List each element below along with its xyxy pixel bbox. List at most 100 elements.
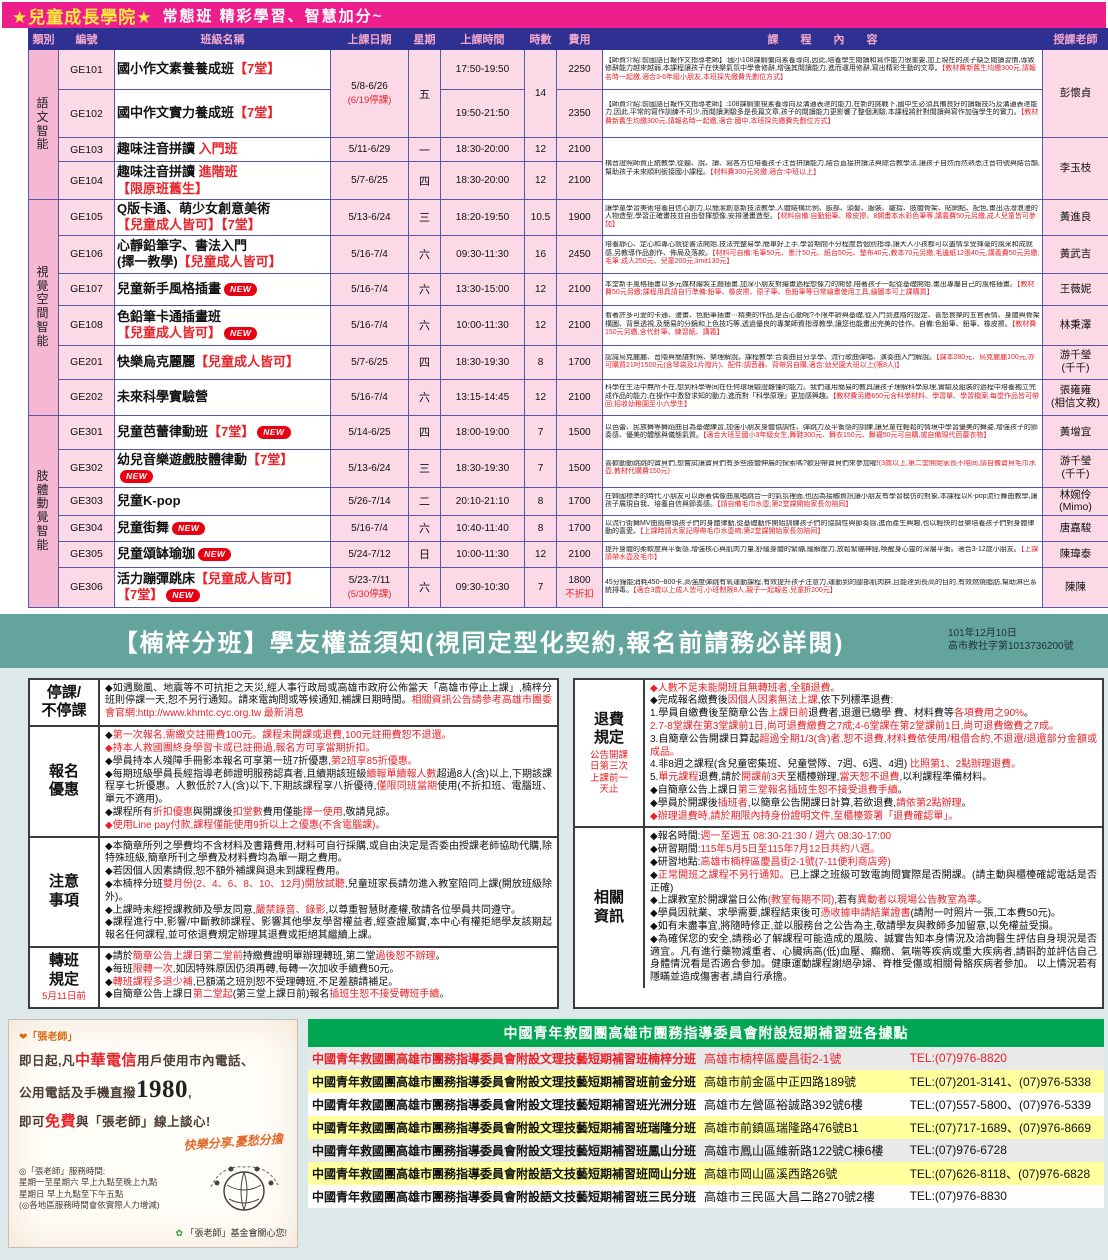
weekday-cell: 六 [409, 273, 441, 305]
course-content-cell: 提升身體的柔軟度與平衡感,增強核心與肌肉力量,舒緩身體的緊繃,緩解壓力,放鬆緊繃… [603, 541, 1043, 567]
date-cell: 5/7-6/25 [331, 345, 409, 379]
fee-cell: 1800不折扣 [557, 567, 603, 607]
hours-cell: 12 [525, 273, 557, 305]
location-row: 中國青年救國團高雄市團務指導委員會附設文理技藝短期補習班楠梓分班高雄市楠梓區慶昌… [308, 1047, 1104, 1070]
course-content-cell: 科學在生活中無所不在,想到科學等同在任何環境驗證難懂的能力。我們運用簡易的教具讓… [603, 379, 1043, 415]
column-header: 上課時間 [441, 29, 525, 50]
new-badge: NEW [166, 589, 199, 602]
notice-panel-left: 停課/ 不停課◆如遇颱風、地震等不可抗拒之天災,經人事行政局或高雄市政府公佈當天… [28, 678, 559, 1009]
branch-name-cell: 中國青年救國團高雄市團務指導委員會附設語文技藝短期補習班三民分班 [308, 1185, 700, 1208]
course-content-cell: 喜歡動動跳跳的寶貝們,想嘗試讓寶貝們有多些肢體伸展的探索嗎?歡迎帶寶貝們來參加喔… [603, 449, 1043, 487]
branch-phone-cell: TEL:(07)201-3141、(07)976-5338 [906, 1070, 1104, 1093]
notice-section: 報名 優惠◆第一次報名,需繳交註冊費100元。課程未開課或退費,100元註冊費恕… [30, 725, 557, 835]
class-name-cell: Q版卡通、萌少女創意美術 【兒童成人皆可】【7堂】 [115, 200, 331, 236]
official-ref: 101年12月10日 高市教社字第1013736200號 [948, 628, 1098, 653]
hours-cell: 7 [525, 449, 557, 487]
promo-line: 即可免費與「張老師」線上談心! [19, 1110, 287, 1131]
table-header-row: 類別編號班級名稱上課日期星期上課時間時數費用課 程 內 容授課老師 [29, 29, 1108, 50]
weekday-cell: 四 [409, 162, 441, 200]
class-name-cell: 兒童芭蕾律動班【7堂】NEW [115, 415, 331, 449]
weekday-cell: 六 [409, 379, 441, 415]
notice-bullet: ◆若因個人因素請假,恕不額外補課與退未到課程費用。 [105, 866, 552, 879]
branch-name-cell: 中國青年救國團高雄市團務指導委員會附設文理技藝短期補習班楠梓分班 [308, 1047, 700, 1070]
location-row: 中國青年救國團高雄市團務指導委員會附設文理技藝短期補習班前金分班高雄市前金區中正… [308, 1070, 1104, 1093]
notice-section: 注意 事項◆本簡章所列之學費均不含材料及書籍費用,材料可自行採購,或自由決定是否… [30, 836, 557, 946]
notice-bullet: ◆學員因就業、求學需要,課程結束後可憑收據申請結業證書(請附一吋照片一張,工本費… [650, 908, 1097, 921]
column-header: 時數 [525, 29, 557, 50]
class-row: GE202未來科學實驗營5/16-7/4六13:15-14:45122100科學… [29, 379, 1108, 415]
class-name-cell: 趣味注音拼讀 入門班 [115, 138, 331, 162]
time-cell: 18:00-19:00 [441, 415, 525, 449]
weekday-cell: 日 [409, 541, 441, 567]
date-cell: 5/23-7/11(5/30停課) [331, 567, 409, 607]
branch-address-cell: 高雄市三民區大昌二路270號2樓 [700, 1185, 906, 1208]
fee-cell: 2100 [557, 138, 603, 162]
time-cell: 09:30-10:30 [441, 567, 525, 607]
class-name-cell: 國中作文實力養成班【7堂】 [115, 90, 331, 138]
class-row: GE108色鉛筆卡通插畫班 【兒童成人皆可】NEW5/16-7/4六10:00-… [29, 305, 1108, 345]
new-badge: NEW [224, 283, 257, 296]
hours-cell: 12 [525, 379, 557, 415]
website-link[interactable]: http://www.khmtc.cyc.org.tw 最新消息 [138, 708, 304, 719]
notice-label: 注意 事項 [30, 838, 100, 946]
class-row: GE302幼兒音樂遊戲肢體律動【7堂】 NEW5/13-6/24三18:30-1… [29, 449, 1108, 487]
class-row: GE201快樂烏克麗麗【兒童成人皆可】5/7-6/25四18:30-19:308… [29, 345, 1108, 379]
branch-phone-cell: TEL:(07)976-8820 [906, 1047, 1104, 1070]
notice-bullet: ◆上課教室於開課當日公佈(教室每期不同),若有異動者以現場公告教室為準。 [650, 895, 1097, 908]
fee-cell: 1700 [557, 515, 603, 541]
class-name-cell: 趣味注音拼讀 進階班 【限原班舊生】 [115, 162, 331, 200]
branch-name-cell: 中國青年救國團高雄市團務指導委員會附設文理技藝短期補習班前金分班 [308, 1070, 700, 1093]
teacher-cell: 林秉澤 [1043, 305, 1108, 345]
notice-bullet: ◆第一次報名,需繳交註冊費100元。課程未開課或退費,100元註冊費恕不退還。 [105, 730, 552, 743]
branch-name-cell: 中國青年救國團高雄市團務指導委員會附設語文技藝短期補習班岡山分班 [308, 1162, 700, 1185]
fee-cell: 1500 [557, 449, 603, 487]
branch-phone-cell: TEL:(07)976-8830 [906, 1185, 1104, 1208]
promo-line: 公用電話及手機直撥1980, [19, 1076, 287, 1104]
location-row: 中國青年救國團高雄市團務指導委員會附設文理技藝短期補習班瑞隆分班高雄市前鎮區瑞隆… [308, 1116, 1104, 1139]
column-header: 班級名稱 [115, 29, 331, 50]
time-cell: 20:10-21:10 [441, 487, 525, 515]
notice-body: ◆如遇颱風、地震等不可抗拒之天災,經人事行政局或高雄市政府公佈當天「高雄市停止上… [100, 680, 557, 726]
notice-label: 相關 資訊 [575, 828, 645, 988]
branch-name-cell: 中國青年救國團高雄市團務指導委員會附設文理技藝短期補習班瑞隆分班 [308, 1116, 700, 1139]
class-id-cell: GE103 [59, 138, 115, 162]
class-row: 肢體動覺智能GE301兒童芭蕾律動班【7堂】NEW5/14-6/25四18:00… [29, 415, 1108, 449]
class-id-cell: GE202 [59, 379, 115, 415]
new-badge: NEW [257, 426, 290, 439]
notice-bullet: ◆使用Line pay付款,課程僅能使用9折以上之優惠(不含電腦課)。 [105, 820, 552, 833]
notice-bullet: ◆每期班級學員長經指導老師證明服務認真者,且續期該班級續報單續報人數超過8人(含… [105, 769, 552, 807]
time-cell: 19:50-21:50 [441, 90, 525, 138]
notice-bullet: ◆課程進行中,影響/中斷教師課程、影響其他學友學習權益者,經查證屬實,本中心有權… [105, 917, 552, 943]
class-name-cell: 國小作文素養養成班【7堂】 [115, 50, 331, 90]
rights-banner-title: 【楠梓分班】學友權益須知(視同定型化契約,報名前請務必詳閱) [10, 623, 948, 658]
notice-label: 退費 規定公告開課 日第三次 上課前一 天止 [575, 680, 645, 827]
class-name-cell: 兒童新手風格插畫NEW [115, 273, 331, 305]
branch-phone-cell: TEL:(07)557-5800、(07)976-5339 [906, 1093, 1104, 1116]
course-content-cell: 讓學童學習美術培養自信心創力,以簡潔創意新技法教學,人體結構比例、臉部、頭髮、服… [603, 200, 1043, 236]
column-header: 上課日期 [331, 29, 409, 50]
course-content-cell: 45分鐘能消耗450~800卡,高強度彈跳有氧運動課程,有效提升孩子注意力,運動… [603, 567, 1043, 607]
time-cell: 10:00-11:30 [441, 305, 525, 345]
column-header: 類別 [29, 29, 59, 50]
column-header: 費用 [557, 29, 603, 50]
class-row: GE103趣味注音拼讀 入門班5/11-6/29一18:30-20:001221… [29, 138, 1108, 162]
location-row: 中國青年救國團高雄市團務指導委員會附設語文技藝短期補習班岡山分班高雄市岡山區溪西… [308, 1162, 1104, 1185]
date-cell: 5/16-7/4 [331, 379, 409, 415]
notice-bullet: 5.單元課程退費,請於開課前3天至櫃檯辦理,當天恕不退費,以利課程準備材料。 [650, 772, 1097, 785]
teacher-cell: 王薇妮 [1043, 273, 1108, 305]
fee-cell: 2450 [557, 235, 603, 273]
date-cell: 5/13-6/24 [331, 449, 409, 487]
banner-subtitle: 常態班 精彩學習、智慧加分~ [162, 5, 383, 26]
teacher-cell: 張雍雍 (相信文教) [1043, 379, 1108, 415]
promo-footer: ✿ 「張老師」基金會關心您! [19, 1226, 287, 1239]
time-cell: 10:00-11:30 [441, 541, 525, 567]
notice-bullet: ◆學員於開課後插班者,以簡章公告開課日計算,若欲退費,請依第2點辦理。 [650, 798, 1097, 811]
branch-locations: 中國青年救國團高雄市團務指導委員會附設短期補習班各據點 中國青年救國團高雄市團務… [308, 1019, 1104, 1248]
class-name-cell: 兒童頌缽瑜珈NEW [115, 541, 331, 567]
notice-section: 轉班 規定5月11日前◆請於簡章公告上課日第二堂前持繳費證明單辦理轉班,第二堂過… [30, 946, 557, 1007]
course-content-cell: 在韓國標準的時代,小朋友可以跟著偶像曲風唱跳合一的氣氛裡面,也因為接觸資訊讓小朋… [603, 487, 1043, 515]
notice-body: ◆報名時間:週一至週五 08:30-21:30 / 週六 08:30-17:00… [645, 828, 1102, 988]
class-row: GE306活力蹦彈跳床【兒童成人皆可】 【7堂】NEW5/23-7/11(5/3… [29, 567, 1108, 607]
teacher-cell: 黃增宜 [1043, 415, 1108, 449]
branch-phone-cell: TEL:(07)717-1689、(07)976-8669 [906, 1116, 1104, 1139]
